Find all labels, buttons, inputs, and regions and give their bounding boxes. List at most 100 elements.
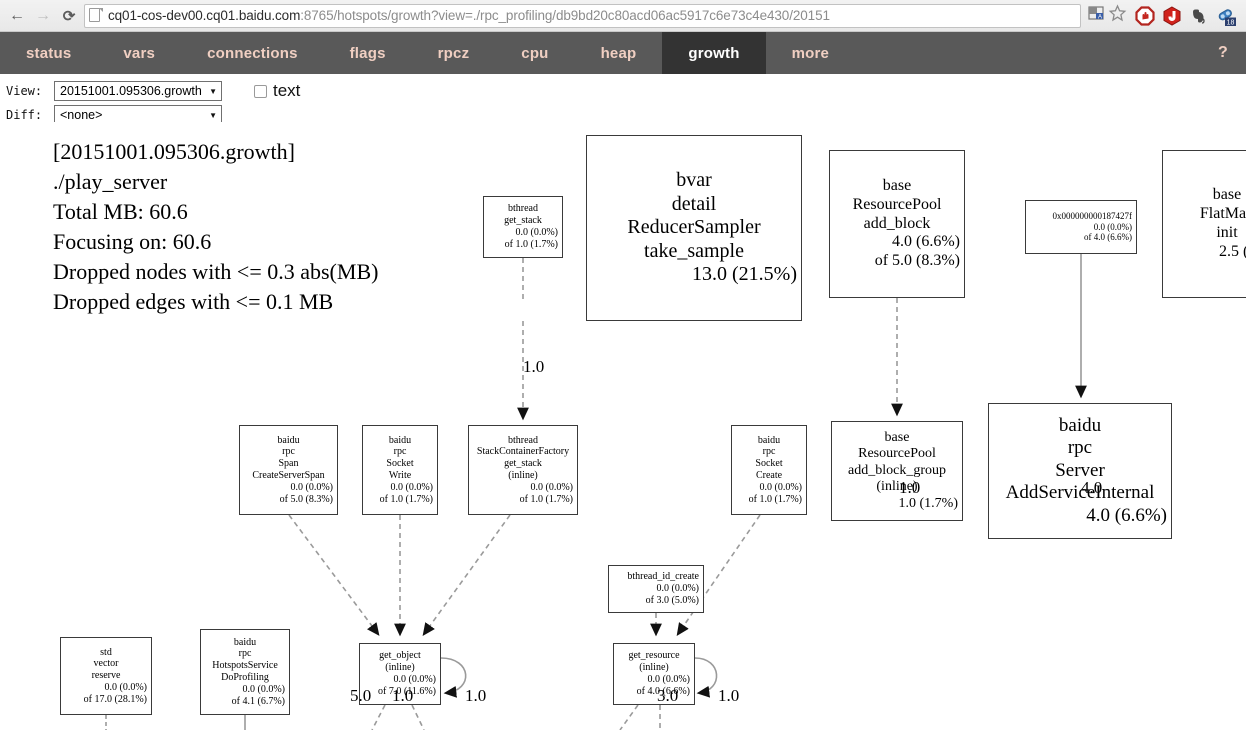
evernote-elephant-icon[interactable] [1189, 6, 1209, 26]
node-line: of 1.0 (1.7%) [504, 238, 558, 250]
tab-cpu[interactable]: cpu [495, 32, 574, 74]
tab-rpcz[interactable]: rpcz [412, 32, 496, 74]
profile-summary: [20151001.095306.growth] ./play_server T… [53, 137, 378, 317]
summary-line-1: [20151001.095306.growth] [53, 139, 295, 164]
node-line: bthread [508, 434, 538, 446]
tab-flags[interactable]: flags [324, 32, 412, 74]
node-line: 0.0 (0.0%) [390, 481, 434, 493]
node-line: AddServiceInternal [1005, 482, 1155, 504]
node-line: 0.0 (0.0%) [530, 481, 574, 493]
url-path: :8765/hotspots/growth?view=./rpc_profili… [300, 8, 830, 23]
forward-arrow-icon[interactable]: → [30, 3, 56, 29]
node-line: base [882, 176, 912, 194]
svg-text:A: A [1098, 14, 1102, 20]
back-arrow-icon[interactable]: ← [4, 3, 30, 29]
graph-node-hex_187427f[interactable]: 0x000000000187427f 0.0 (0.0%) of 4.0 (6.6%… [1025, 200, 1137, 254]
summary-line-5: Dropped nodes with <= 0.3 abs(MB) [53, 259, 379, 284]
node-line: reserve [91, 670, 121, 682]
node-line: Socket [386, 458, 414, 470]
node-line: Write [388, 470, 412, 481]
node-line: 0.0 (0.0%) [656, 583, 700, 595]
graph-node-get_resource[interactable]: get_resource (inline) 0.0 (0.0%) of 4.0 (6.… [613, 643, 695, 705]
node-line: (inline) [876, 479, 918, 495]
adblock-stop-hand-icon[interactable] [1135, 5, 1155, 26]
app-nav-bar: status vars connections flags rpcz cpu h… [0, 32, 1246, 74]
graph-node-baidu_rpc_server_addserviceinternal[interactable]: baidu rpc Server AddServiceInternal 4.0 (6.6… [988, 403, 1172, 539]
badge-extension-icon[interactable]: 18 [1216, 6, 1236, 26]
node-line: of 5.0 (8.3%) [874, 252, 960, 270]
node-line: of 3.0 (5.0%) [645, 594, 699, 606]
call-graph-canvas[interactable]: [20151001.095306.growth] ./play_server T… [0, 122, 1246, 730]
node-line: 0.0 (0.0%) [290, 481, 334, 493]
graph-node-baidu_rpc_socket_create[interactable]: baidu rpc Socket Create 0.0 (0.0%) of 1.0 (1.… [731, 425, 807, 515]
tab-heap[interactable]: heap [575, 32, 663, 74]
tab-connections[interactable]: connections [181, 32, 324, 74]
node-line: rpc [282, 446, 295, 458]
node-line: bvar [676, 169, 712, 192]
node-line: of 1.0 (1.7%) [519, 493, 573, 505]
node-line: baidu [1058, 414, 1102, 436]
edge-weight-label: 1.0 [718, 686, 740, 705]
view-controls: View: 20151001.095306.growth ▼ text Diff… [0, 74, 1246, 125]
graph-node-base_resourcepool_add_block[interactable]: base ResourcePool add_block 4.0 (6.6%) of 5.… [829, 150, 965, 298]
graph-node-baidu_rpc_span_createserverspan[interactable]: baidu rpc Span CreateServerSpan 0.0 (0.0%) of… [239, 425, 338, 515]
text-checkbox[interactable] [254, 84, 267, 98]
node-line: Server [1055, 459, 1105, 481]
node-line: rpc [393, 446, 407, 458]
shield-hexagon-icon[interactable] [1162, 5, 1182, 26]
graph-node-baidu_rpc_socket_write[interactable]: baidu rpc Socket Write 0.0 (0.0%) of 1.0 (1.7… [362, 425, 438, 515]
diff-label: Diff: [6, 108, 43, 122]
node-line: ResourcePool [852, 195, 942, 213]
tab-growth[interactable]: growth [662, 32, 766, 74]
graph-node-base_flatmap_init[interactable]: baseFlatMapinit2.5 (4.1%) [1162, 150, 1246, 298]
node-line: Span [278, 458, 299, 470]
node-line: DoProfiling [221, 672, 269, 683]
node-line: 0.0 (0.0%) [104, 681, 148, 693]
view-row: View: 20151001.095306.growth ▼ text [6, 80, 1246, 102]
node-line: vector [93, 658, 119, 670]
graph-node-std_vector_reserve[interactable]: std vector reserve 0.0 (0.0%) of 17.0 (28.1%… [60, 637, 152, 715]
address-bar[interactable]: cq01-cos-dev00.cq01.baidu.com:8765/hotsp… [84, 3, 1081, 28]
diff-select-value: <none> [60, 108, 103, 122]
graph-node-baidu_rpc_hotspotsservice_doprofiling[interactable]: baidu rpc HotspotsService DoProfiling 0.0 (0… [200, 629, 290, 715]
node-line: 1.0 (1.7%) [898, 495, 959, 511]
bookmark-star-icon[interactable] [1108, 4, 1127, 27]
node-line: ResourcePool [858, 446, 936, 462]
text-checkbox-group[interactable]: text [248, 81, 300, 101]
graph-node-bthread_id_create[interactable]: bthread_id_create 0.0 (0.0%) of 3.0 (5.0%) [608, 565, 704, 613]
tab-more[interactable]: more [766, 32, 855, 74]
summary-line-3: Total MB: 60.6 [53, 199, 188, 224]
node-line: get_stack [504, 458, 542, 470]
node-line: (inline) [508, 470, 538, 481]
node-line: 4.0 (6.6%) [892, 233, 960, 251]
node-line: baidu [233, 636, 257, 648]
node-line: 2.5 (4.1%) [1219, 242, 1246, 260]
node-line: 0x000000000187427f [1052, 211, 1133, 222]
view-select[interactable]: 20151001.095306.growth ▼ [54, 81, 222, 101]
node-line: get_stack [504, 215, 542, 227]
graph-node-bvar_take_sample[interactable]: bvar detail ReducerSampler take_sample 13.0 … [586, 135, 802, 321]
node-line: of 4.1 (6.7%) [231, 695, 285, 707]
reload-icon[interactable]: ⟳ [56, 3, 82, 29]
tab-vars[interactable]: vars [97, 32, 181, 74]
node-line: take_sample [644, 239, 744, 262]
node-line: 0.0 (0.0%) [759, 481, 803, 493]
node-line: StackContainerFactory [476, 446, 570, 458]
graph-node-base_resourcepool_add_block_group[interactable]: base ResourcePool add_block_group (inline) 1… [831, 421, 963, 521]
node-line: 0.0 (0.0%) [1093, 221, 1132, 232]
help-button[interactable]: ? [1200, 32, 1246, 74]
node-line: FlatMap [1199, 205, 1246, 223]
chevron-down-icon: ▼ [209, 110, 217, 120]
tab-status[interactable]: status [0, 32, 97, 74]
node-line: base [884, 429, 910, 445]
graph-node-bthread_get_stack_top[interactable]: bthread get_stack 0.0 (0.0%) of 1.0 (1.7%) [483, 196, 563, 258]
node-line: 13.0 (21.5%) [692, 263, 797, 286]
node-line: HotspotsService [212, 660, 278, 672]
edge-weight-label: 1.0 [392, 686, 414, 705]
page-document-icon [89, 8, 103, 23]
node-line: 0.0 (0.0%) [242, 683, 286, 695]
node-line: baidu [757, 434, 781, 446]
translate-icon[interactable]: A [1088, 5, 1105, 27]
view-label: View: [6, 84, 43, 98]
graph-node-bthread_stackcontainerfactory_get_stack[interactable]: bthread StackContainerFactory get_stack (in… [468, 425, 578, 515]
